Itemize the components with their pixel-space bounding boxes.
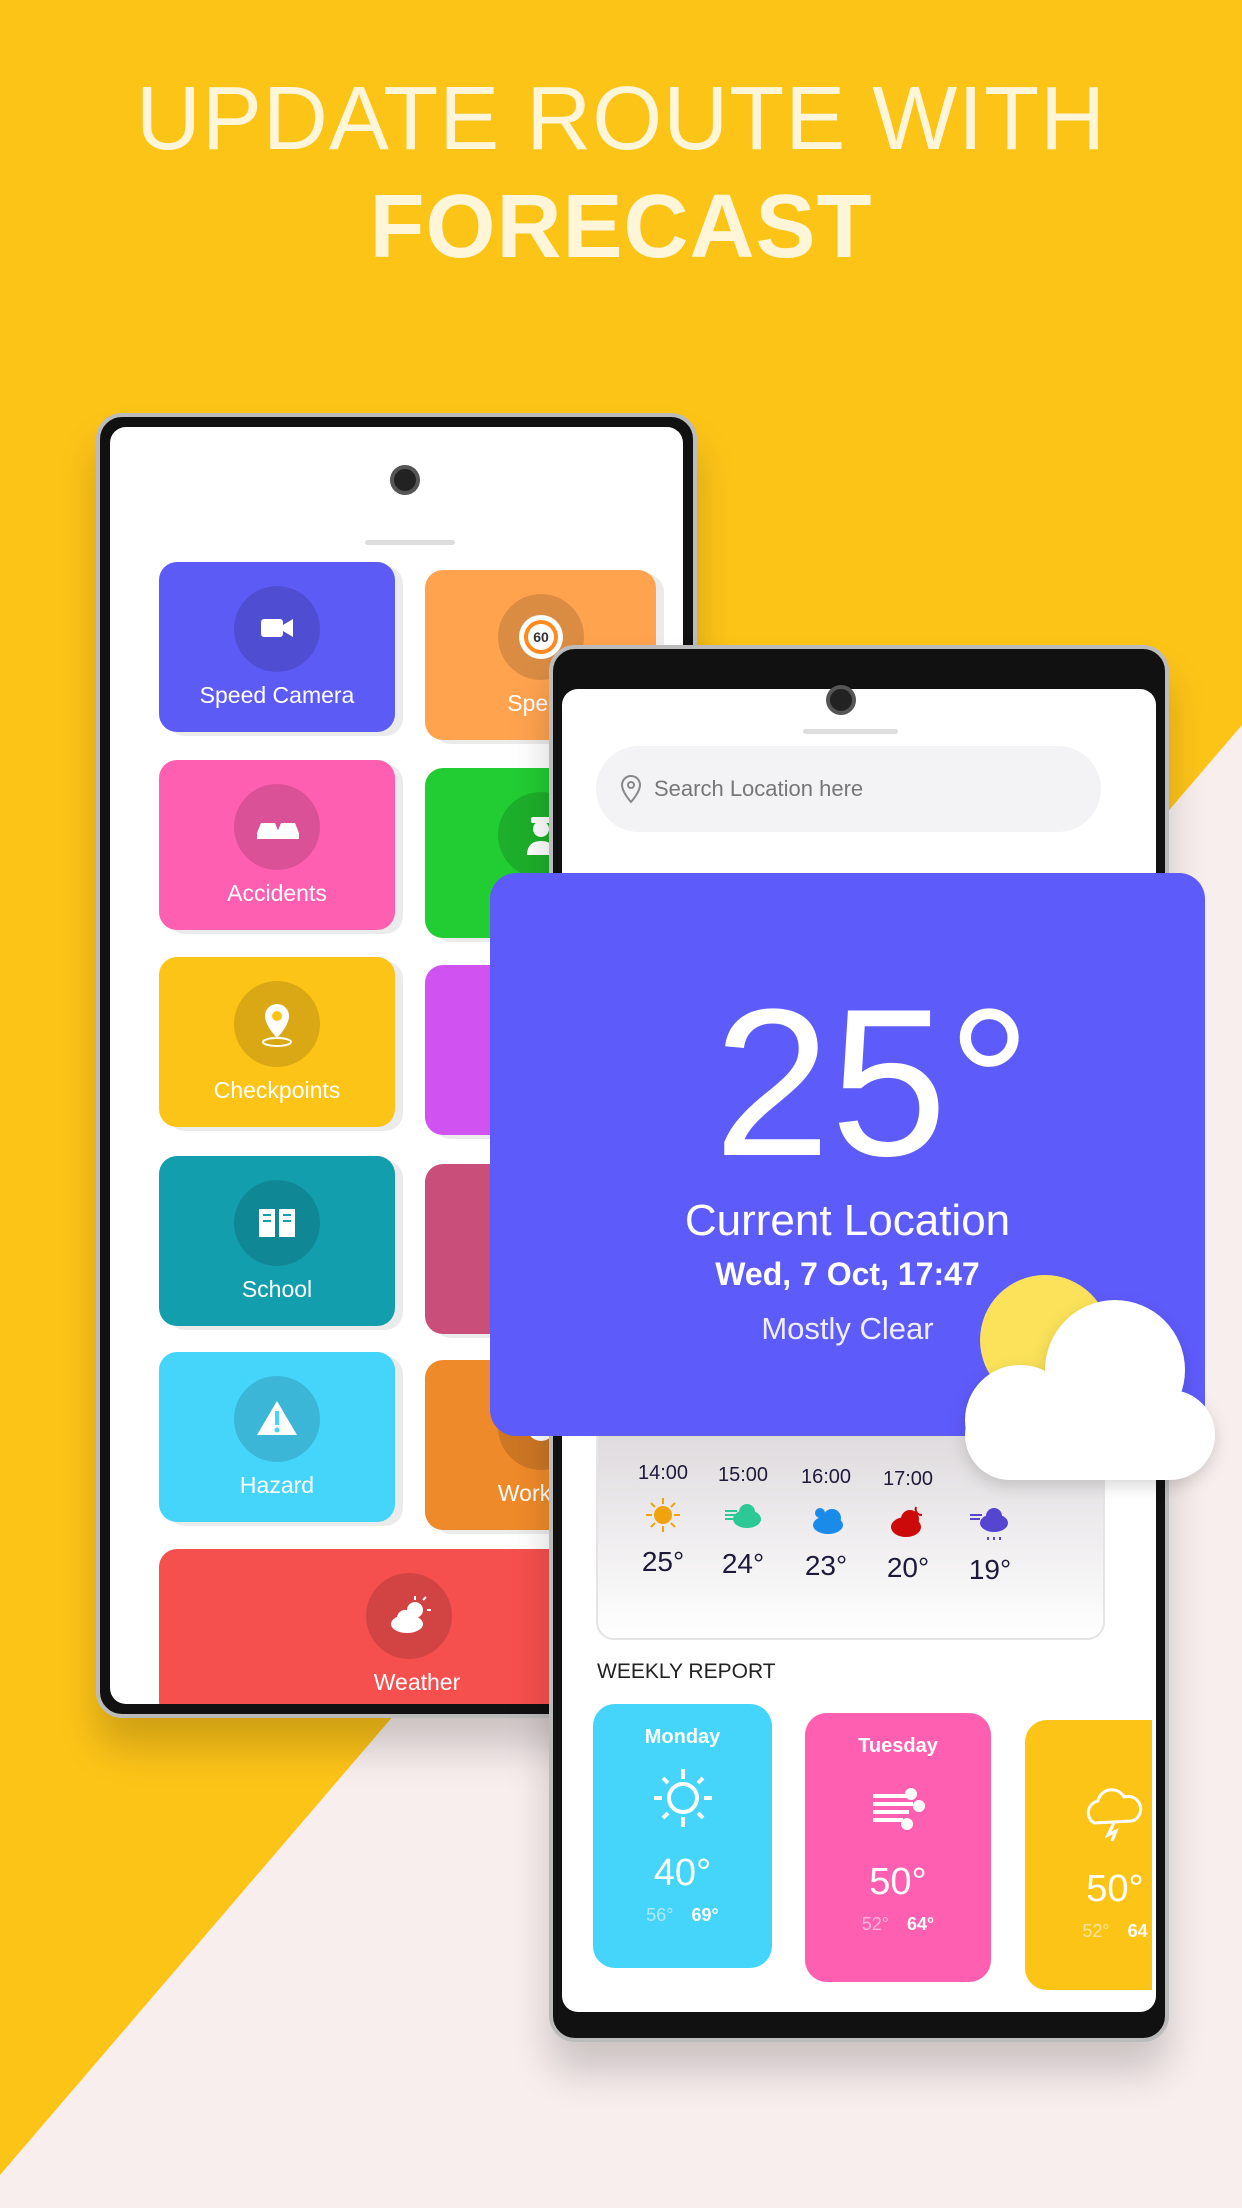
weekly-low: 56°	[646, 1905, 674, 1925]
sun-cloud-icon	[391, 1596, 431, 1633]
drag-handle[interactable]	[365, 540, 455, 545]
tile-icon-circle	[234, 586, 320, 672]
location-pin-icon	[262, 1004, 292, 1047]
tile-icon-circle	[234, 1180, 320, 1266]
weekly-day: Tuesday	[858, 1735, 938, 1757]
svg-text:60: 60	[533, 629, 549, 645]
tile-label: Speed Camera	[199, 682, 355, 708]
tile-icon-circle	[234, 981, 320, 1067]
tile-label: School	[241, 1276, 313, 1302]
weekly-day-card[interactable]: Monday 40° 56° 69°	[593, 1704, 772, 1968]
thunderstorm-icon	[1086, 1788, 1143, 1842]
weekly-day: Monday	[644, 1726, 721, 1748]
tile-label: Weather	[373, 1669, 461, 1695]
tile-label: Hazard	[239, 1472, 315, 1498]
sun-cloud-icon	[965, 1275, 1215, 1480]
menu-tile[interactable]: School	[159, 1156, 395, 1326]
weekly-low: 52°	[861, 1914, 889, 1934]
weekly-day-card[interactable]: 50° 52° 64	[1025, 1720, 1152, 1990]
menu-tile[interactable]: Checkpoints	[159, 957, 395, 1127]
weekly-high: 64°	[907, 1914, 935, 1934]
sun-icon	[653, 1769, 712, 1827]
weekly-high: 69°	[691, 1905, 719, 1925]
video-camera-icon	[261, 619, 293, 637]
front-camera	[390, 465, 420, 495]
weekly-low: 52°	[1082, 1921, 1110, 1941]
weekly-temp: 50°	[869, 1861, 927, 1903]
tile-icon-circle	[366, 1573, 452, 1659]
warning-icon	[257, 1401, 297, 1435]
weekly-day-card[interactable]: Tuesday 50° 52° 64°	[805, 1713, 991, 1982]
tile-label: Accidents	[227, 880, 327, 906]
book-icon	[259, 1209, 295, 1237]
wind-icon	[873, 1788, 925, 1830]
weekly-temp: 40°	[653, 1852, 712, 1894]
current-location: Current Location	[684, 1196, 1011, 1245]
weekly-high: 64	[1127, 1921, 1148, 1941]
tile-icon-circle	[234, 1376, 320, 1462]
current-temp: 25°	[713, 965, 1032, 1200]
tile-label: Checkpoints	[213, 1077, 341, 1103]
tile-icon-circle	[234, 784, 320, 870]
menu-tile[interactable]: Accidents	[159, 760, 395, 930]
menu-tile[interactable]: Hazard	[159, 1352, 395, 1522]
weekly-day	[1025, 1742, 1152, 1765]
weekly-temp: 50°	[1086, 1868, 1144, 1910]
car-crash-icon	[257, 823, 299, 839]
menu-tile[interactable]: Speed Camera	[159, 562, 395, 732]
